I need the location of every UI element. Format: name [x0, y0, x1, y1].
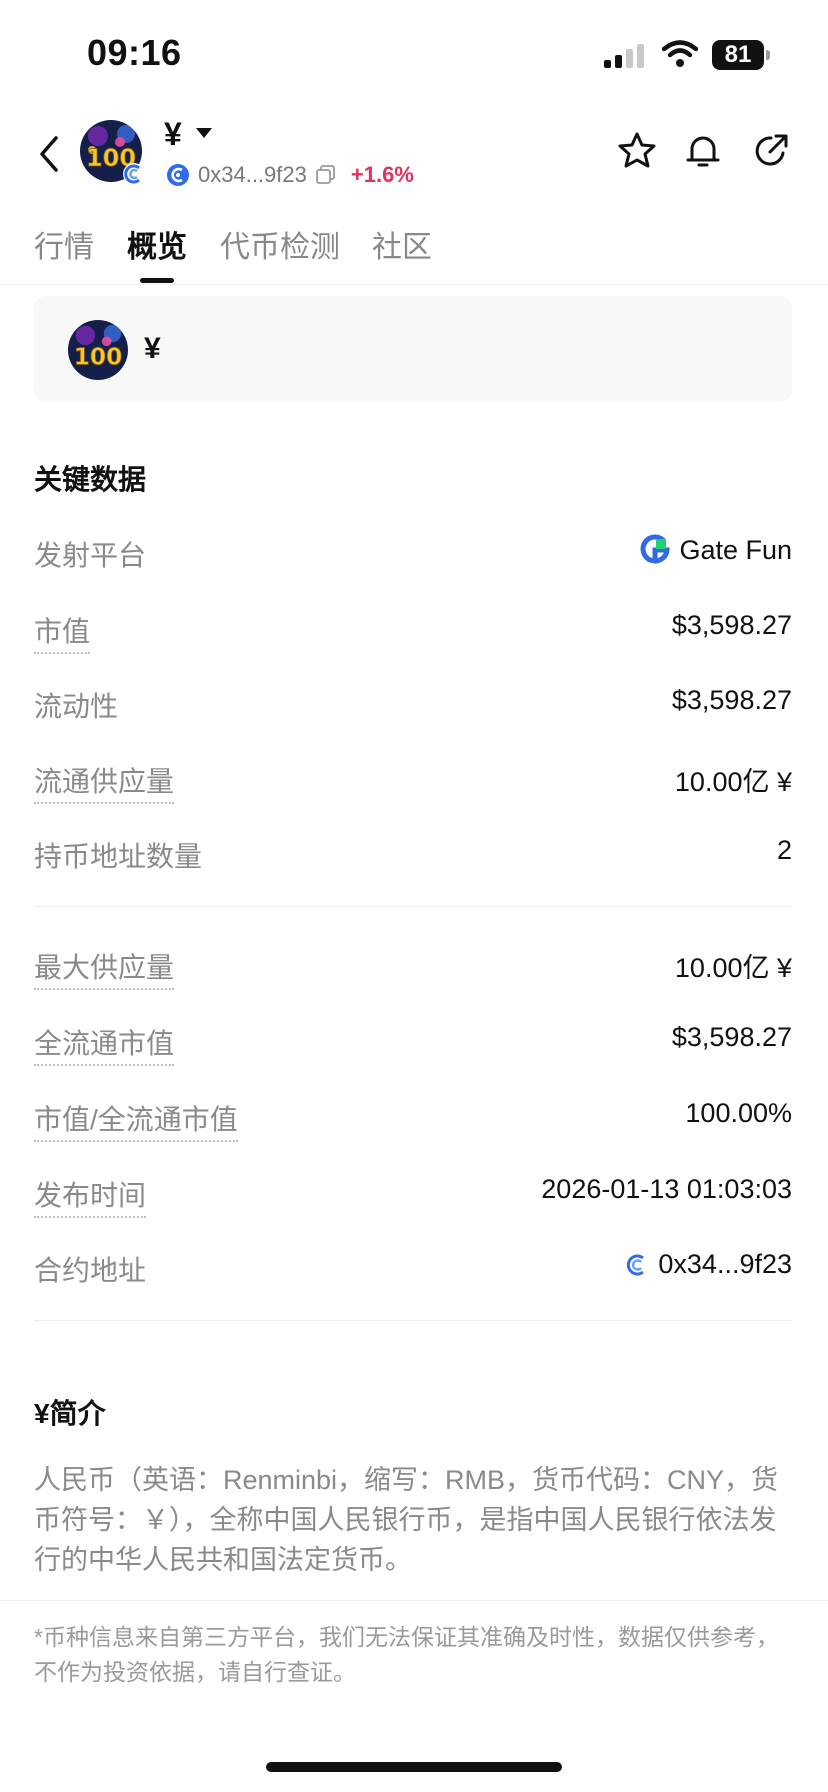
row-mc-fdv-ratio: 市值/全流通市值 100.00%: [34, 1090, 792, 1142]
row-value: 2: [776, 835, 792, 865]
row-value: 10.00亿 ¥: [674, 767, 792, 797]
footer-divider: [0, 1600, 828, 1601]
row-value[interactable]: Gate Fun: [639, 534, 792, 566]
status-time: 09:16: [87, 32, 182, 73]
token-header: 100 ¥ 0x34...9f23 +1.6%: [0, 110, 828, 200]
row-label: 流动性: [34, 691, 119, 722]
share-icon[interactable]: [750, 130, 792, 172]
disclaimer-text: *币种信息来自第三方平台，我们无法保证其准确及时性，数据仅供参考，不作为投资依据…: [34, 1624, 779, 1685]
row-label: 发射平台: [34, 540, 147, 571]
tab-community[interactable]: 社区: [372, 222, 432, 266]
row-label[interactable]: 发布时间: [34, 1174, 147, 1218]
row-value: $3,598.27: [671, 610, 792, 640]
row-value: 2026-01-13 01:03:03: [541, 1174, 792, 1204]
row-label: 持币地址数量: [34, 841, 203, 872]
coin-name[interactable]: ¥: [164, 116, 182, 153]
tab-token-check[interactable]: 代币检测: [220, 222, 340, 266]
row-circulating-supply: 流通供应量 10.00亿 ¥: [34, 752, 792, 804]
contract-address-value: 0x34...9f23: [658, 1249, 792, 1279]
section-divider: [34, 1320, 792, 1321]
row-label[interactable]: 最大供应量: [34, 946, 175, 990]
row-label[interactable]: 流通供应量: [34, 760, 175, 804]
row-fdv: 全流通市值 $3,598.27: [34, 1014, 792, 1066]
section-divider: [34, 906, 792, 907]
token-logo-icon: 100: [68, 320, 128, 380]
chain-badge-icon: [123, 163, 145, 185]
key-data-title: 关键数据: [34, 464, 147, 495]
back-arrow-icon[interactable]: [34, 132, 64, 176]
battery-indicator: 81: [712, 40, 772, 70]
svg-text:100: 100: [74, 344, 122, 371]
row-value[interactable]: 0x34...9f23: [624, 1249, 792, 1280]
status-bar: 09:16 81: [0, 0, 828, 100]
address-row: 0x34...9f23 +1.6%: [166, 160, 414, 190]
home-indicator[interactable]: [266, 1762, 562, 1772]
row-value: 10.00亿 ¥: [674, 953, 792, 983]
intro-text: 人民币（英语：Renminbi，缩写：RMB，货币代码：CNY，货币符号：￥），…: [34, 1465, 779, 1575]
active-tab-indicator: [140, 278, 174, 283]
row-liquidity: 流动性 $3,598.27: [34, 677, 792, 727]
row-launch-platform: 发射平台 Gate Fun: [34, 526, 792, 576]
star-icon[interactable]: [616, 130, 658, 172]
row-label[interactable]: 全流通市值: [34, 1022, 175, 1066]
token-card: 100 ¥: [34, 296, 792, 402]
row-value: 100.00%: [685, 1098, 792, 1128]
row-value: $3,598.27: [671, 1022, 792, 1052]
row-max-supply: 最大供应量 10.00亿 ¥: [34, 938, 792, 990]
short-address: 0x34...9f23: [198, 162, 307, 187]
chain-icon: [167, 164, 189, 186]
cellular-signal-icon: [604, 44, 644, 68]
token-card-avatar: 100: [68, 320, 128, 380]
tab-overview[interactable]: 概览: [127, 222, 187, 266]
row-label: 合约地址: [34, 1255, 147, 1286]
battery-percent: 81: [724, 41, 752, 68]
chain-icon: [627, 1254, 645, 1275]
wifi-icon: [662, 40, 698, 67]
row-label[interactable]: 市值: [34, 610, 91, 654]
row-contract-address: 合约地址 0x34...9f23: [34, 1241, 792, 1291]
price-change: +1.6%: [350, 162, 414, 187]
copy-icon[interactable]: [315, 164, 337, 186]
intro-title: ¥简介: [34, 1398, 106, 1429]
row-market-cap: 市值 $3,598.27: [34, 602, 792, 654]
row-launch-time: 发布时间 2026-01-13 01:03:03: [34, 1166, 792, 1218]
launch-platform-value: Gate Fun: [679, 534, 792, 565]
row-holder-count: 持币地址数量 2: [34, 827, 792, 877]
row-label[interactable]: 市值/全流通市值: [34, 1098, 238, 1142]
gate-fun-logo-icon: [640, 534, 671, 564]
token-card-name: ¥: [144, 332, 161, 365]
row-value: $3,598.27: [671, 685, 792, 715]
dropdown-caret-icon[interactable]: [196, 128, 212, 138]
tab-bar: 行情 概览 代币检测 社区: [0, 222, 828, 285]
tab-market[interactable]: 行情: [34, 222, 94, 266]
bell-icon[interactable]: [682, 130, 724, 172]
